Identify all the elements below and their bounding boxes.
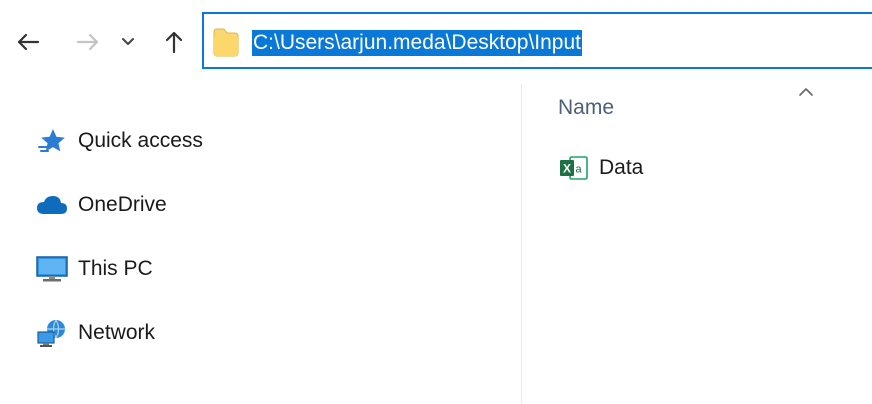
nav-item-this-pc[interactable]: This PC: [34, 251, 153, 287]
recent-locations-button[interactable]: [114, 22, 142, 62]
nav-item-network[interactable]: Network: [34, 315, 155, 351]
column-header-name[interactable]: Name: [558, 96, 614, 120]
nav-item-quick-access[interactable]: Quick access: [34, 123, 203, 159]
sort-ascending-icon[interactable]: [798, 84, 814, 102]
up-arrow-icon: [165, 31, 183, 54]
file-list: Name a X Data: [522, 84, 872, 404]
up-button[interactable]: [156, 22, 192, 62]
forward-arrow-icon: [76, 33, 99, 51]
file-item[interactable]: a X Data: [556, 150, 643, 186]
nav-item-label: Quick access: [78, 129, 203, 152]
svg-text:X: X: [563, 162, 571, 176]
file-name: Data: [599, 156, 644, 179]
cloud-icon: [34, 190, 70, 220]
address-bar[interactable]: C:\Users\arjun.meda\Desktop\Input: [202, 12, 872, 69]
monitor-icon: [34, 254, 70, 284]
toolbar: C:\Users\arjun.meda\Desktop\Input: [0, 0, 872, 84]
back-arrow-icon: [17, 33, 40, 51]
svg-text:a: a: [575, 164, 582, 176]
forward-button[interactable]: [70, 22, 106, 62]
excel-file-icon: a X: [556, 153, 592, 183]
star-icon: [34, 126, 70, 156]
chevron-down-icon: [122, 38, 134, 45]
network-icon: [34, 318, 70, 348]
address-path-text[interactable]: C:\Users\arjun.meda\Desktop\Input: [252, 30, 582, 56]
nav-item-label: OneDrive: [78, 193, 167, 216]
nav-item-label: Network: [78, 321, 156, 344]
back-button[interactable]: [10, 22, 46, 62]
nav-item-onedrive[interactable]: OneDrive: [34, 187, 167, 223]
navigation-pane: Quick access OneDrive This PC Network: [0, 84, 521, 404]
nav-item-label: This PC: [78, 257, 153, 280]
folder-icon: [213, 27, 239, 62]
